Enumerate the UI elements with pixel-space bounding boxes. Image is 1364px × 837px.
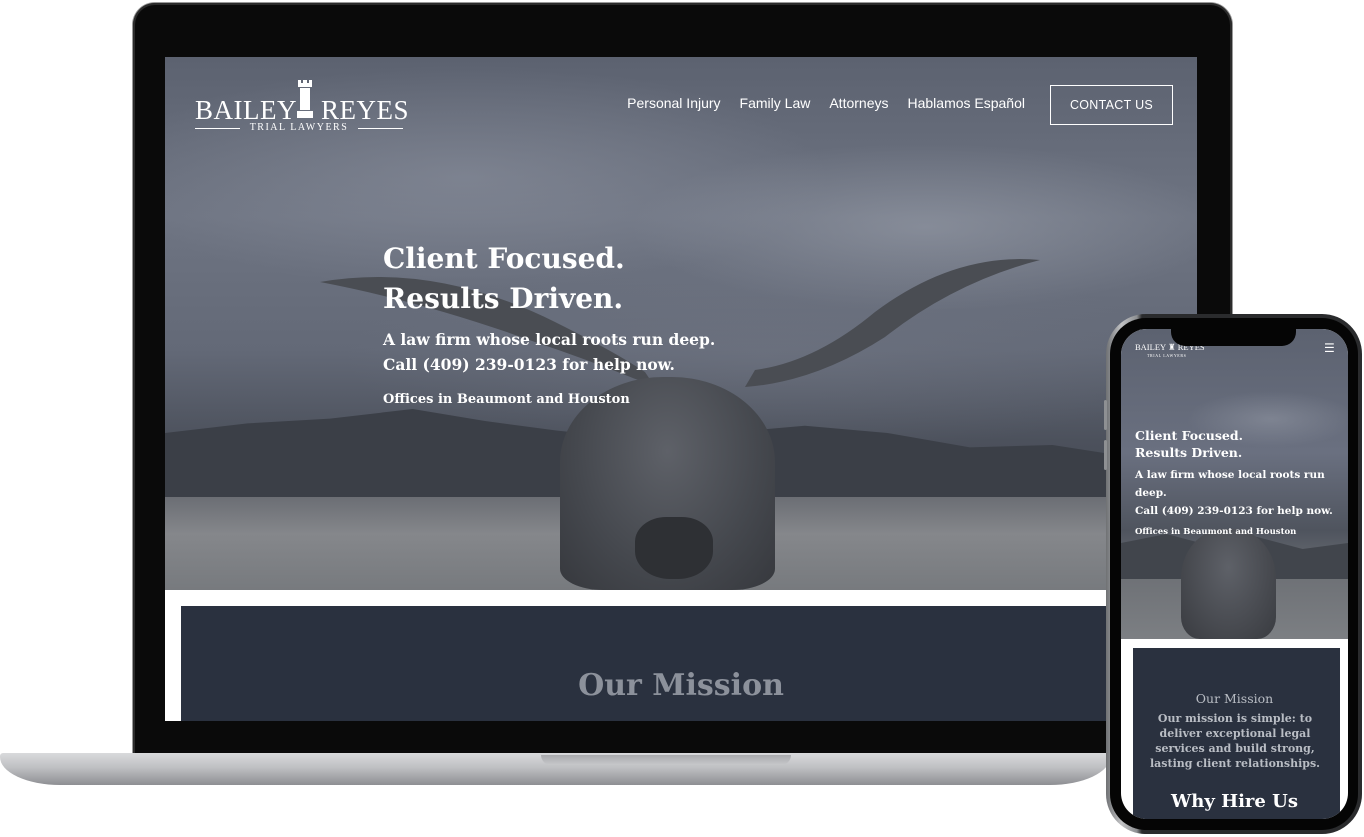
- mobile-hero-content: Client Focused. Results Driven. A law fi…: [1135, 427, 1340, 537]
- longhorn-muzzle: [635, 517, 713, 579]
- hero-content: Client Focused. Results Driven. A law fi…: [383, 239, 715, 407]
- laptop-hinge: [541, 755, 791, 765]
- hero-phone-cta[interactable]: Call (409) 239-0123 for help now.: [383, 355, 675, 374]
- mobile-mission-title: Our Mission: [1195, 691, 1274, 706]
- hero-headline-line-2: Results Driven.: [383, 282, 624, 315]
- mission-section: Our Mission: [165, 590, 1197, 721]
- contact-us-button[interactable]: CONTACT US: [1050, 85, 1173, 125]
- hero-headline: Client Focused. Results Driven.: [383, 239, 715, 319]
- mobile-hero-tagline: A law firm whose local roots run deep.: [1135, 469, 1325, 499]
- mission-title: Our Mission: [578, 668, 784, 703]
- hero-headline-line-1: Client Focused.: [383, 242, 625, 275]
- site-logo[interactable]: BAILEY REYES TRIAL LAWYERS: [195, 75, 409, 137]
- phone-screen: BAILEY ♜ REYES TRIAL LAWYERS ☰ Client Fo…: [1121, 329, 1348, 819]
- hero-offices: Offices in Beaumont and Houston: [383, 392, 630, 407]
- hamburger-menu-icon[interactable]: ☰: [1324, 341, 1335, 355]
- mobile-hero-headline: Client Focused. Results Driven.: [1135, 427, 1340, 461]
- nav-hablamos-espanol[interactable]: Hablamos Español: [907, 95, 1025, 111]
- mobile-hero-offices: Offices in Beaumont and Houston: [1135, 527, 1297, 537]
- hero-tagline: A law firm whose local roots run deep.: [383, 330, 716, 349]
- mobile-hero-subline: A law firm whose local roots run deep. C…: [1135, 466, 1340, 520]
- rook-icon: [297, 80, 313, 118]
- mobile-mission-text: Our mission is simple: to deliver except…: [1149, 712, 1321, 770]
- hero-subline: A law firm whose local roots run deep. C…: [383, 327, 715, 377]
- mobile-hero-headline-line-2: Results Driven.: [1135, 445, 1243, 460]
- logo-rule-right: [358, 128, 403, 129]
- laptop-screen: BAILEY REYES TRIAL LAWYERS Personal Inju…: [165, 57, 1197, 721]
- phone-notch: [1171, 326, 1296, 346]
- mobile-longhorn-image: [1181, 529, 1276, 639]
- nav-family-law[interactable]: Family Law: [740, 95, 811, 111]
- main-nav: Personal Injury Family Law Attorneys Hab…: [627, 95, 1025, 111]
- nav-personal-injury[interactable]: Personal Injury: [627, 95, 720, 111]
- phone-volume-up-button: [1104, 400, 1107, 430]
- mobile-why-hire-us-title: Why Hire Us: [1171, 791, 1298, 812]
- mobile-hero-phone-cta[interactable]: Call (409) 239-0123 for help now.: [1135, 505, 1333, 517]
- nav-attorneys[interactable]: Attorneys: [829, 95, 888, 111]
- mission-panel: [181, 606, 1197, 721]
- mobile-hero-headline-line-1: Client Focused.: [1135, 428, 1243, 443]
- mobile-logo-tagline: TRIAL LAWYERS: [1147, 353, 1187, 358]
- phone-volume-down-button: [1104, 440, 1107, 470]
